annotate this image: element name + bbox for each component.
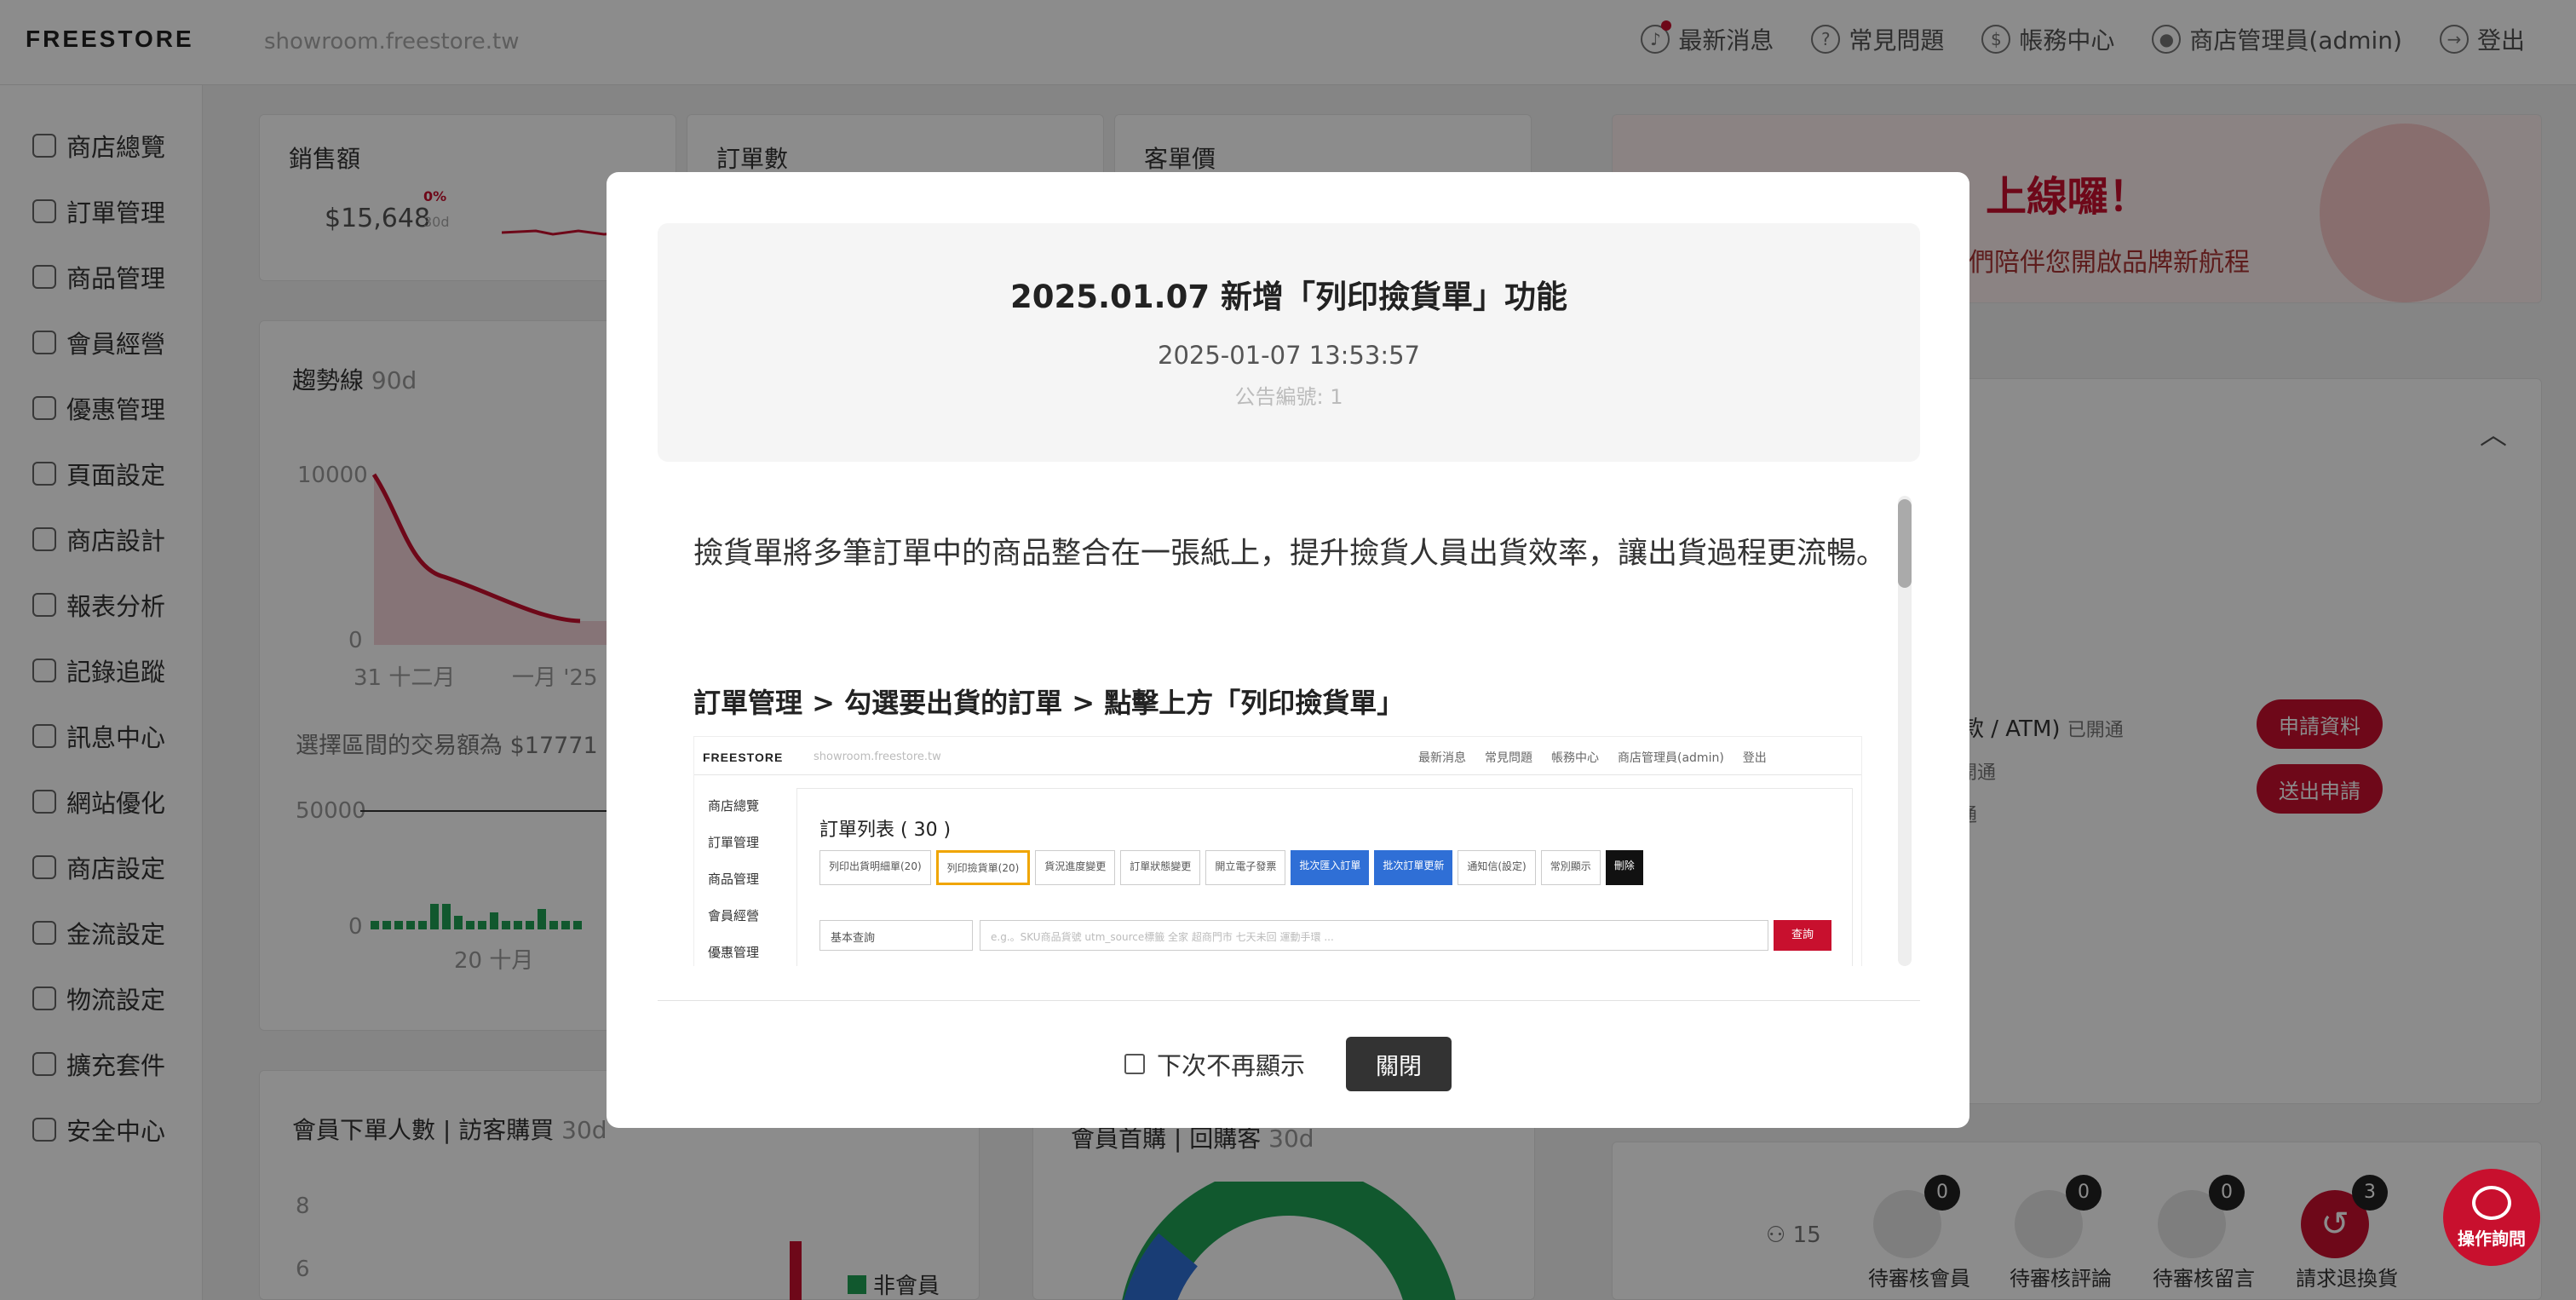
embedded-btn: 常別顯示 — [1540, 850, 1601, 885]
embedded-logo: FREESTORE — [703, 751, 784, 764]
embedded-nav-item: 常見問題 — [1485, 751, 1532, 765]
embedded-order-panel: 訂單列表 ( 30 ) 列印出貨明細單(20) 列印撿貨單(20) 貨況進度變更… — [796, 788, 1853, 966]
embedded-nav-item: 登出 — [1742, 751, 1767, 765]
embedded-btn: 通知信(設定) — [1458, 850, 1536, 885]
support-chat-button[interactable]: 操作詢問 — [2443, 1169, 2540, 1266]
embedded-url: showroom.freestore.tw — [814, 751, 941, 763]
modal-footer-divider — [658, 1000, 1920, 1001]
embedded-query-input: e.g.。SKU商品貨號 utm_source標籤 全家 超商門市 七天未回 運… — [980, 920, 1768, 951]
embedded-divider — [694, 774, 1861, 775]
modal-header: 2025.01.07 新增「列印撿貨單」功能 2025-01-07 13:53:… — [658, 223, 1920, 462]
embedded-side-item: 商品管理 — [708, 871, 760, 887]
embedded-nav-item: 商店管理員(admin) — [1618, 751, 1724, 765]
embedded-screenshot: FREESTORE showroom.freestore.tw 最新消息 常見問… — [693, 736, 1862, 966]
close-button[interactable]: 關閉 — [1346, 1037, 1452, 1091]
embedded-btn: 刪除 — [1605, 850, 1643, 885]
modal-body[interactable]: 撿貨單將多筆訂單中的商品整合在一張紙上，提升撿貨人員出貨效率，讓出貨過程更流暢。… — [658, 496, 1920, 966]
announcement-modal: 2025.01.07 新增「列印撿貨單」功能 2025-01-07 13:53:… — [607, 172, 1969, 1128]
embedded-btn: 開立電子發票 — [1205, 850, 1286, 885]
headset-icon — [2472, 1186, 2511, 1220]
embedded-btn: 列印出貨明細單(20) — [819, 850, 931, 885]
modal-scrollbar[interactable] — [1898, 496, 1912, 966]
dont-show-again-label: 下次不再顯示 — [1156, 1051, 1305, 1080]
embedded-sidebar: 商店總覽 訂單管理 商品管理 會員經營 優惠管理 — [708, 797, 759, 961]
embedded-topnav: 最新消息 常見問題 帳務中心 商店管理員(admin) 登出 — [1418, 749, 1767, 766]
scrollbar-thumb[interactable] — [1898, 499, 1912, 588]
embedded-nav-item: 最新消息 — [1418, 751, 1466, 765]
modal-path-text: 訂單管理 > 勾選要出貨的訂單 > 點擊上方「列印撿貨單」 — [693, 687, 1405, 719]
modal-body-text: 撿貨單將多筆訂單中的商品整合在一張紙上，提升撿貨人員出貨效率，讓出貨過程更流暢。 — [693, 537, 1887, 571]
embedded-side-item: 會員經營 — [708, 908, 760, 923]
embedded-btn: 訂單狀態變更 — [1120, 850, 1201, 885]
embedded-btn: 批次訂單更新 — [1374, 850, 1453, 885]
modal-announcement-number: 公告編號: 1 — [1234, 385, 1343, 409]
support-chat-label: 操作詢問 — [2458, 1228, 2526, 1249]
embedded-query-select: 基本查詢 — [819, 920, 973, 951]
embedded-btn-highlighted: 列印撿貨單(20) — [935, 850, 1031, 885]
modal-footer: 下次不再顯示 關閉 — [607, 1037, 1969, 1091]
embedded-nav-item: 帳務中心 — [1551, 751, 1599, 765]
dont-show-again-checkbox[interactable]: 下次不再顯示 — [1124, 1046, 1305, 1082]
modal-title: 2025.01.07 新增「列印撿貨單」功能 — [1010, 279, 1567, 315]
embedded-query-button: 查詢 — [1774, 920, 1831, 951]
embedded-btn: 批次匯入訂單 — [1291, 850, 1370, 885]
embedded-side-item: 優惠管理 — [708, 945, 760, 960]
embedded-toolbar: 列印出貨明細單(20) 列印撿貨單(20) 貨況進度變更 訂單狀態變更 開立電子… — [819, 850, 1643, 885]
embedded-btn: 貨況進度變更 — [1035, 850, 1116, 885]
checkbox-box[interactable] — [1124, 1054, 1145, 1074]
modal-datetime: 2025-01-07 13:53:57 — [1158, 341, 1420, 370]
embedded-side-item: 訂單管理 — [708, 835, 760, 850]
embedded-list-title: 訂單列表 ( 30 ) — [819, 820, 952, 841]
embedded-side-item: 商店總覽 — [708, 798, 760, 814]
